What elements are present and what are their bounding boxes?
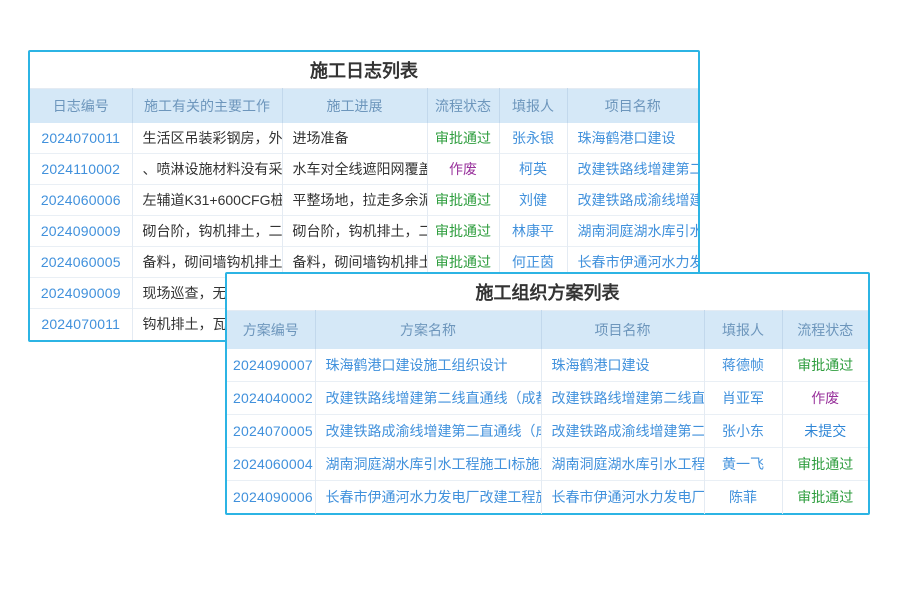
log-work-text: 左辅道K31+600CFG桩... — [132, 185, 282, 216]
status-badge: 审批通过 — [782, 349, 868, 382]
table-row: 2024090006 长春市伊通河水力发电厂改建工程施工组... 长春市伊通河水… — [227, 481, 868, 514]
table-row: 2024060004 湖南洞庭湖水库引水工程施工I标施工组织... 湖南洞庭湖水… — [227, 448, 868, 481]
project-link[interactable]: 改建铁路成渝线增建第二... — [541, 415, 704, 448]
log-progress-text: 砌台阶，钩机排土，二包... — [282, 216, 427, 247]
project-link[interactable]: 珠海鹤港口建设 — [567, 123, 698, 154]
project-link[interactable]: 湖南洞庭湖水库引水工... — [567, 216, 698, 247]
log-progress-text: 水车对全线遮阳网覆盖点... — [282, 154, 427, 185]
log-work-text: 砌台阶，钩机排土，二包... — [132, 216, 282, 247]
plan-name-link[interactable]: 改建铁路线增建第二线直通线（成都-西... — [315, 382, 541, 415]
status-badge: 审批通过 — [427, 216, 499, 247]
reporter-link[interactable]: 张永银 — [499, 123, 567, 154]
reporter-link[interactable]: 肖亚军 — [704, 382, 782, 415]
log-progress-text: 平整场地，拉走多余泥土... — [282, 185, 427, 216]
col-header-reporter: 填报人 — [704, 311, 782, 349]
table-row: 2024070011 生活区吊装彩钢房，外雇... 进场准备 审批通过 张永银 … — [30, 123, 698, 154]
log-id-link[interactable]: 2024060006 — [30, 185, 132, 216]
table-row: 2024070005 改建铁路成渝线增建第二直通线（成渝枢... 改建铁路成渝线… — [227, 415, 868, 448]
project-link[interactable]: 珠海鹤港口建设 — [541, 349, 704, 382]
table-row: 2024060006 左辅道K31+600CFG桩... 平整场地，拉走多余泥土… — [30, 185, 698, 216]
plan-name-link[interactable]: 长春市伊通河水力发电厂改建工程施工组... — [315, 481, 541, 514]
log-table-title: 施工日志列表 — [30, 52, 698, 88]
log-progress-text: 进场准备 — [282, 123, 427, 154]
col-header-reporter: 填报人 — [499, 89, 567, 123]
col-header-plan-id: 方案编号 — [227, 311, 315, 349]
plan-table-title: 施工组织方案列表 — [227, 274, 868, 310]
status-badge: 未提交 — [782, 415, 868, 448]
plan-name-link[interactable]: 湖南洞庭湖水库引水工程施工I标施工组织... — [315, 448, 541, 481]
project-link[interactable]: 改建铁路线增建第二线... — [567, 154, 698, 185]
project-link[interactable]: 改建铁路成渝线增建第... — [567, 185, 698, 216]
table-row: 2024040002 改建铁路线增建第二线直通线（成都-西... 改建铁路线增建… — [227, 382, 868, 415]
table-row: 2024090007 珠海鹤港口建设施工组织设计 珠海鹤港口建设 蒋德帧 审批通… — [227, 349, 868, 382]
plan-id-link[interactable]: 2024070005 — [227, 415, 315, 448]
construction-plan-table: 方案编号 方案名称 项目名称 填报人 流程状态 2024090007 珠海鹤港口… — [227, 310, 868, 514]
log-header-row: 日志编号 施工有关的主要工作 施工进展 流程状态 填报人 项目名称 — [30, 89, 698, 123]
log-id-link[interactable]: 2024090009 — [30, 216, 132, 247]
log-id-link[interactable]: 2024070011 — [30, 123, 132, 154]
col-header-project: 项目名称 — [541, 311, 704, 349]
construction-plan-card: 施工组织方案列表 方案编号 方案名称 项目名称 填报人 流程状态 2024090… — [225, 272, 870, 515]
reporter-link[interactable]: 黄一飞 — [704, 448, 782, 481]
plan-id-link[interactable]: 2024090007 — [227, 349, 315, 382]
project-link[interactable]: 改建铁路线增建第二线直... — [541, 382, 704, 415]
col-header-status: 流程状态 — [782, 311, 868, 349]
log-id-link[interactable]: 2024070011 — [30, 309, 132, 340]
col-header-status: 流程状态 — [427, 89, 499, 123]
reporter-link[interactable]: 柯英 — [499, 154, 567, 185]
project-link[interactable]: 湖南洞庭湖水库引水工程... — [541, 448, 704, 481]
col-header-log-id: 日志编号 — [30, 89, 132, 123]
reporter-link[interactable]: 蒋德帧 — [704, 349, 782, 382]
reporter-link[interactable]: 陈菲 — [704, 481, 782, 514]
plan-id-link[interactable]: 2024090006 — [227, 481, 315, 514]
log-id-link[interactable]: 2024110002 — [30, 154, 132, 185]
table-row: 2024110002 、喷淋设施材料没有采购... 水车对全线遮阳网覆盖点...… — [30, 154, 698, 185]
plan-id-link[interactable]: 2024040002 — [227, 382, 315, 415]
reporter-link[interactable]: 林康平 — [499, 216, 567, 247]
col-header-plan-name: 方案名称 — [315, 311, 541, 349]
table-row: 2024090009 砌台阶，钩机排土，二包... 砌台阶，钩机排土，二包...… — [30, 216, 698, 247]
reporter-link[interactable]: 张小东 — [704, 415, 782, 448]
plan-name-link[interactable]: 珠海鹤港口建设施工组织设计 — [315, 349, 541, 382]
log-id-link[interactable]: 2024060005 — [30, 247, 132, 278]
log-work-text: 生活区吊装彩钢房，外雇... — [132, 123, 282, 154]
page: 施工日志列表 日志编号 施工有关的主要工作 施工进展 流程状态 填报人 项目名称… — [0, 0, 900, 600]
project-link[interactable]: 长春市伊通河水力发电厂... — [541, 481, 704, 514]
plan-header-row: 方案编号 方案名称 项目名称 填报人 流程状态 — [227, 311, 868, 349]
plan-name-link[interactable]: 改建铁路成渝线增建第二直通线（成渝枢... — [315, 415, 541, 448]
reporter-link[interactable]: 刘健 — [499, 185, 567, 216]
status-badge: 审批通过 — [782, 448, 868, 481]
status-badge: 审批通过 — [427, 123, 499, 154]
col-header-main-work: 施工有关的主要工作 — [132, 89, 282, 123]
log-id-link[interactable]: 2024090009 — [30, 278, 132, 309]
status-badge: 审批通过 — [782, 481, 868, 514]
status-badge: 作废 — [427, 154, 499, 185]
status-badge: 作废 — [782, 382, 868, 415]
status-badge: 审批通过 — [427, 185, 499, 216]
log-work-text: 、喷淋设施材料没有采购... — [132, 154, 282, 185]
col-header-project: 项目名称 — [567, 89, 698, 123]
plan-id-link[interactable]: 2024060004 — [227, 448, 315, 481]
col-header-progress: 施工进展 — [282, 89, 427, 123]
